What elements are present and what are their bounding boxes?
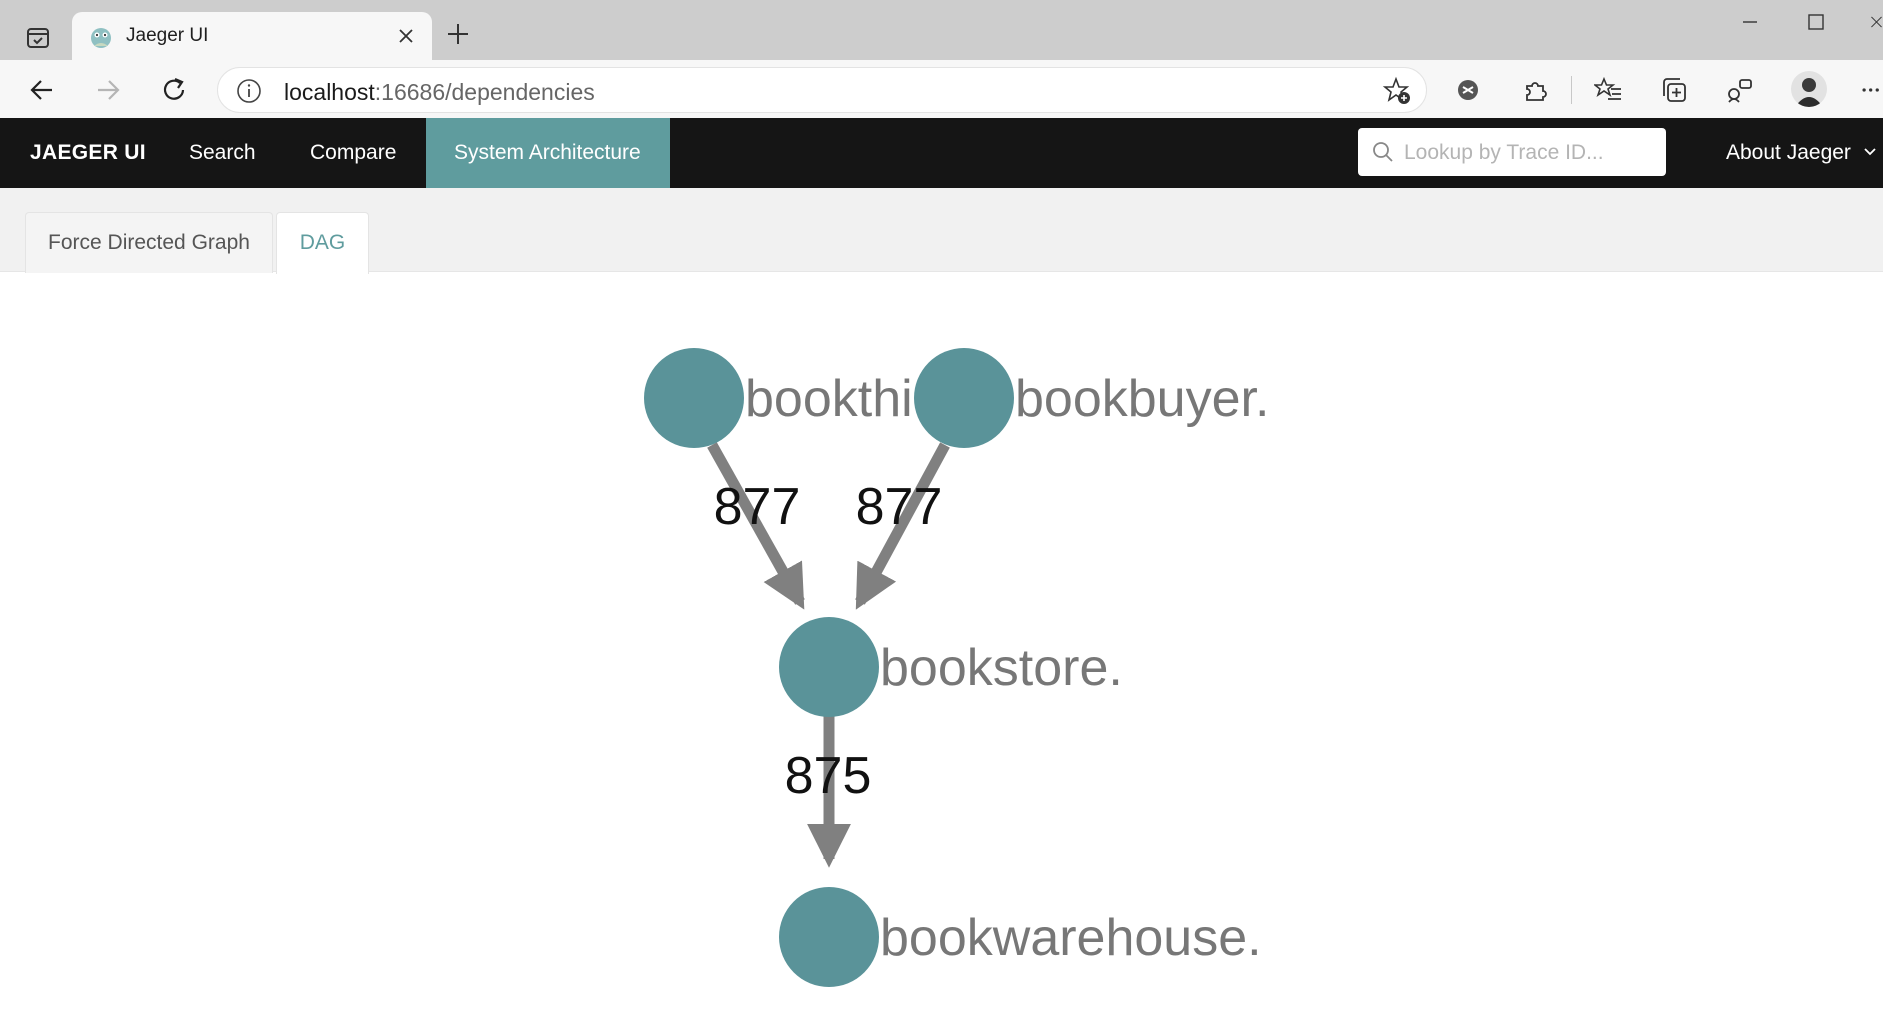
refresh-icon[interactable] — [154, 70, 194, 110]
node-label-bookwarehouse: bookwarehouse. — [880, 909, 1262, 967]
trace-lookup-box — [1358, 128, 1666, 178]
nav-search[interactable]: Search — [161, 118, 284, 188]
favicon-icon — [88, 24, 114, 50]
browser-tab[interactable]: Jaeger UI — [72, 12, 432, 61]
dependency-dag: 877 877 875 bookthi bookbuyer. bookstore… — [644, 348, 1269, 987]
window-close-icon[interactable] — [1852, 6, 1883, 38]
url-text[interactable]: localhost:16686/dependencies — [284, 79, 595, 106]
top-nav: JAEGER UI Search Compare System Architec… — [0, 118, 1883, 188]
node-label-bookbuyer: bookbuyer. — [1015, 370, 1269, 428]
collections-icon[interactable] — [1656, 72, 1692, 108]
chevron-down-icon — [1863, 118, 1877, 188]
view-tabs: Force Directed Graph DAG — [0, 188, 1883, 274]
back-icon[interactable] — [22, 70, 62, 110]
add-favorite-icon[interactable] — [1382, 76, 1412, 106]
edge-label-bookthi-bookstore: 877 — [714, 478, 801, 536]
node-bookwarehouse[interactable] — [779, 887, 879, 987]
about-jaeger-label: About Jaeger — [1726, 141, 1851, 164]
share-icon[interactable] — [1722, 72, 1758, 108]
extensions-icon[interactable] — [1517, 72, 1553, 108]
favorites-icon[interactable] — [1590, 72, 1626, 108]
minimize-icon[interactable] — [1722, 6, 1778, 38]
node-bookbuyer[interactable] — [914, 348, 1014, 448]
plus-icon[interactable] — [440, 16, 476, 52]
extension-blocker-icon[interactable] — [1450, 72, 1486, 108]
forward-icon[interactable] — [88, 70, 128, 110]
tab-actions-icon[interactable] — [18, 18, 58, 58]
edge-label-bookstore-bookwarehouse: 875 — [785, 747, 872, 805]
close-icon[interactable] — [392, 22, 420, 50]
node-label-bookthi: bookthi — [745, 370, 913, 428]
edge-label-bookbuyer-bookstore: 877 — [856, 478, 943, 536]
node-label-bookstore: bookstore. — [880, 639, 1123, 697]
tab-force-directed-graph[interactable]: Force Directed Graph — [25, 212, 273, 273]
brand-logo[interactable]: JAEGER UI — [2, 118, 174, 188]
trace-id-input[interactable] — [1402, 128, 1656, 178]
tab-dag[interactable]: DAG — [276, 212, 369, 274]
address-bar[interactable]: localhost:16686/dependencies — [217, 67, 1427, 113]
profile-avatar[interactable] — [1791, 71, 1827, 107]
nav-compare[interactable]: Compare — [282, 118, 424, 188]
node-layer: bookthi bookbuyer. bookstore. bookwareho… — [644, 348, 1269, 987]
tab-title: Jaeger UI — [126, 25, 209, 46]
info-icon[interactable] — [236, 78, 262, 104]
nav-system-architecture[interactable]: System Architecture — [426, 118, 670, 188]
search-icon — [1372, 141, 1394, 163]
maximize-icon[interactable] — [1788, 6, 1844, 38]
node-bookthi[interactable] — [644, 348, 744, 448]
node-bookstore[interactable] — [779, 617, 879, 717]
more-icon[interactable] — [1856, 72, 1883, 108]
toolbar-divider — [1571, 76, 1572, 104]
about-jaeger-menu[interactable]: About Jaeger — [1726, 118, 1877, 188]
